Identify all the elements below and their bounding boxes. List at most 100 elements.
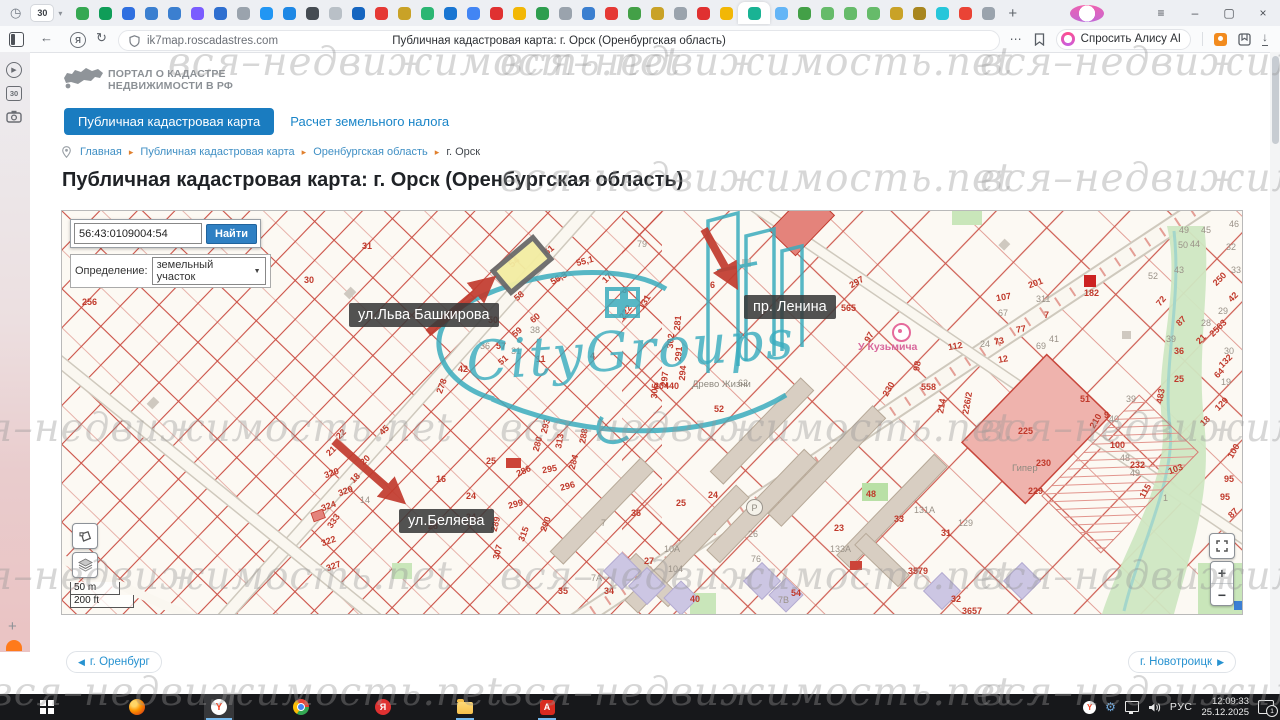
zoom-in-button[interactable]: + bbox=[1211, 562, 1233, 584]
refresh-icon[interactable]: ↻ bbox=[96, 30, 107, 46]
nav-link-land-tax[interactable]: Расчет земельного налога bbox=[290, 114, 449, 129]
search-button[interactable]: Найти bbox=[206, 223, 257, 244]
close-button[interactable]: × bbox=[1246, 6, 1280, 20]
yandex-home-icon[interactable]: Я bbox=[70, 32, 86, 48]
highlighted-parcel[interactable] bbox=[489, 234, 555, 296]
more-icon[interactable]: ⋯ bbox=[1010, 32, 1023, 46]
prev-city-link[interactable]: ◀ г. Оренбург bbox=[66, 651, 162, 673]
taskbar-yandex-browser-icon[interactable]: Y bbox=[204, 694, 234, 720]
browser-tab[interactable] bbox=[278, 2, 301, 24]
taskbar-yandex-start-icon[interactable]: Я bbox=[368, 694, 398, 720]
browser-tab[interactable] bbox=[669, 2, 692, 24]
taskbar-acrobat-icon[interactable]: A bbox=[532, 694, 562, 720]
browser-tab[interactable] bbox=[770, 2, 793, 24]
back-icon[interactable]: ← bbox=[40, 30, 53, 45]
play-icon[interactable]: ▶ bbox=[6, 62, 22, 78]
tabs-panel-icon[interactable]: 30 bbox=[6, 86, 22, 101]
browser-tab[interactable] bbox=[485, 2, 508, 24]
browser-tab[interactable] bbox=[209, 2, 232, 24]
browser-tab[interactable] bbox=[715, 2, 738, 24]
breadcrumb-item[interactable]: Публичная кадастровая карта bbox=[140, 146, 294, 158]
browser-tab[interactable] bbox=[140, 2, 163, 24]
tray-display-icon[interactable] bbox=[1124, 700, 1139, 714]
taskbar-explorer-icon[interactable] bbox=[450, 694, 480, 720]
browser-tab[interactable] bbox=[186, 2, 209, 24]
browser-tab[interactable] bbox=[71, 2, 94, 24]
measure-button[interactable] bbox=[72, 523, 98, 549]
browser-tab[interactable] bbox=[370, 2, 393, 24]
browser-tab[interactable] bbox=[508, 2, 531, 24]
browser-tab[interactable] bbox=[839, 2, 862, 24]
browser-tab[interactable] bbox=[816, 2, 839, 24]
browser-tab[interactable] bbox=[885, 2, 908, 24]
cadastral-number-input[interactable] bbox=[74, 223, 202, 244]
browser-tab[interactable] bbox=[232, 2, 255, 24]
layers-button[interactable] bbox=[72, 552, 98, 578]
breadcrumb-item[interactable]: Оренбургская область bbox=[313, 146, 428, 158]
maximize-button[interactable]: ▢ bbox=[1212, 6, 1246, 20]
fullscreen-button[interactable] bbox=[1209, 533, 1235, 559]
browser-tab[interactable] bbox=[416, 2, 439, 24]
tray-volume-icon[interactable] bbox=[1148, 702, 1161, 713]
zoom-out-button[interactable]: − bbox=[1211, 584, 1233, 605]
bookmark-icon[interactable] bbox=[1034, 32, 1045, 46]
cadastral-map[interactable]: 2563130792221713138366158605951505742278… bbox=[61, 210, 1243, 615]
notification-icon[interactable]: 1 bbox=[1258, 700, 1278, 717]
browser-tab[interactable] bbox=[255, 2, 278, 24]
tray-yandex-icon[interactable]: Y bbox=[1083, 700, 1097, 714]
menu-icon[interactable]: ≡ bbox=[1144, 6, 1178, 20]
nav-tab-cadastral-map[interactable]: Публичная кадастровая карта bbox=[64, 108, 275, 135]
scrollbar-thumb[interactable] bbox=[1271, 56, 1279, 144]
next-city-link[interactable]: г. Новотроицк ▶ bbox=[1127, 651, 1236, 673]
browser-tab[interactable] bbox=[954, 2, 977, 24]
browser-tab[interactable] bbox=[577, 2, 600, 24]
page-scrollbar[interactable] bbox=[1270, 52, 1280, 694]
browser-tab[interactable] bbox=[977, 2, 1000, 24]
sidebar-toggle-icon[interactable] bbox=[9, 32, 24, 47]
ask-alice-button[interactable]: Спросить Алису AI bbox=[1055, 28, 1191, 50]
address-bar[interactable]: ik7map.roscadastres.com Публичная кадаст… bbox=[118, 30, 1000, 51]
browser-tab[interactable] bbox=[692, 2, 715, 24]
breadcrumb-item[interactable]: Главная bbox=[80, 146, 122, 158]
browser-tab[interactable] bbox=[623, 2, 646, 24]
browser-tab-active[interactable] bbox=[738, 2, 771, 24]
browser-tab[interactable] bbox=[324, 2, 347, 24]
browser-tab[interactable] bbox=[793, 2, 816, 24]
alice-icon[interactable] bbox=[1070, 4, 1104, 22]
minimize-button[interactable]: – bbox=[1178, 6, 1212, 20]
site-logo-russia-map[interactable] bbox=[62, 64, 104, 92]
extension-icon[interactable] bbox=[1214, 32, 1227, 46]
start-button[interactable] bbox=[32, 694, 62, 720]
object-type-select[interactable]: земельный участок ▼ bbox=[151, 257, 266, 285]
poi-kuzmicha-icon[interactable] bbox=[892, 323, 911, 342]
taskbar-chrome-icon[interactable] bbox=[286, 694, 316, 720]
screenshot-camera-icon[interactable] bbox=[6, 110, 22, 123]
download-icon[interactable]: ↓ bbox=[1262, 31, 1268, 46]
browser-tab[interactable] bbox=[347, 2, 370, 24]
browser-tab[interactable] bbox=[462, 2, 485, 24]
browser-tab[interactable] bbox=[94, 2, 117, 24]
browser-tab[interactable] bbox=[554, 2, 577, 24]
chevron-down-icon[interactable]: ▾ bbox=[58, 9, 62, 18]
browser-tab[interactable] bbox=[600, 2, 623, 24]
browser-tab[interactable] bbox=[301, 2, 324, 24]
browser-tab[interactable] bbox=[531, 2, 554, 24]
browser-tab[interactable] bbox=[117, 2, 140, 24]
browser-tab[interactable] bbox=[439, 2, 462, 24]
browser-tab[interactable] bbox=[163, 2, 186, 24]
tray-settings-icon[interactable]: ⚙ bbox=[1105, 700, 1116, 714]
tray-language[interactable]: РУС bbox=[1170, 701, 1193, 713]
browser-tab[interactable] bbox=[646, 2, 669, 24]
browser-tab[interactable] bbox=[862, 2, 885, 24]
browser-tab[interactable] bbox=[393, 2, 416, 24]
browser-tab[interactable] bbox=[931, 2, 954, 24]
promo-blob[interactable] bbox=[6, 640, 22, 651]
new-tab-button[interactable]: + bbox=[1008, 5, 1017, 22]
taskbar-firefox-icon[interactable] bbox=[122, 694, 152, 720]
collections-icon[interactable] bbox=[1238, 32, 1251, 46]
tab-count-badge[interactable]: 30 bbox=[31, 5, 54, 21]
add-panel-icon[interactable]: + bbox=[8, 618, 17, 635]
timer-icon[interactable]: ◷ bbox=[10, 5, 21, 21]
tray-clock[interactable]: 12:09:33 25.12.2025 bbox=[1201, 696, 1249, 718]
browser-tab[interactable] bbox=[908, 2, 931, 24]
